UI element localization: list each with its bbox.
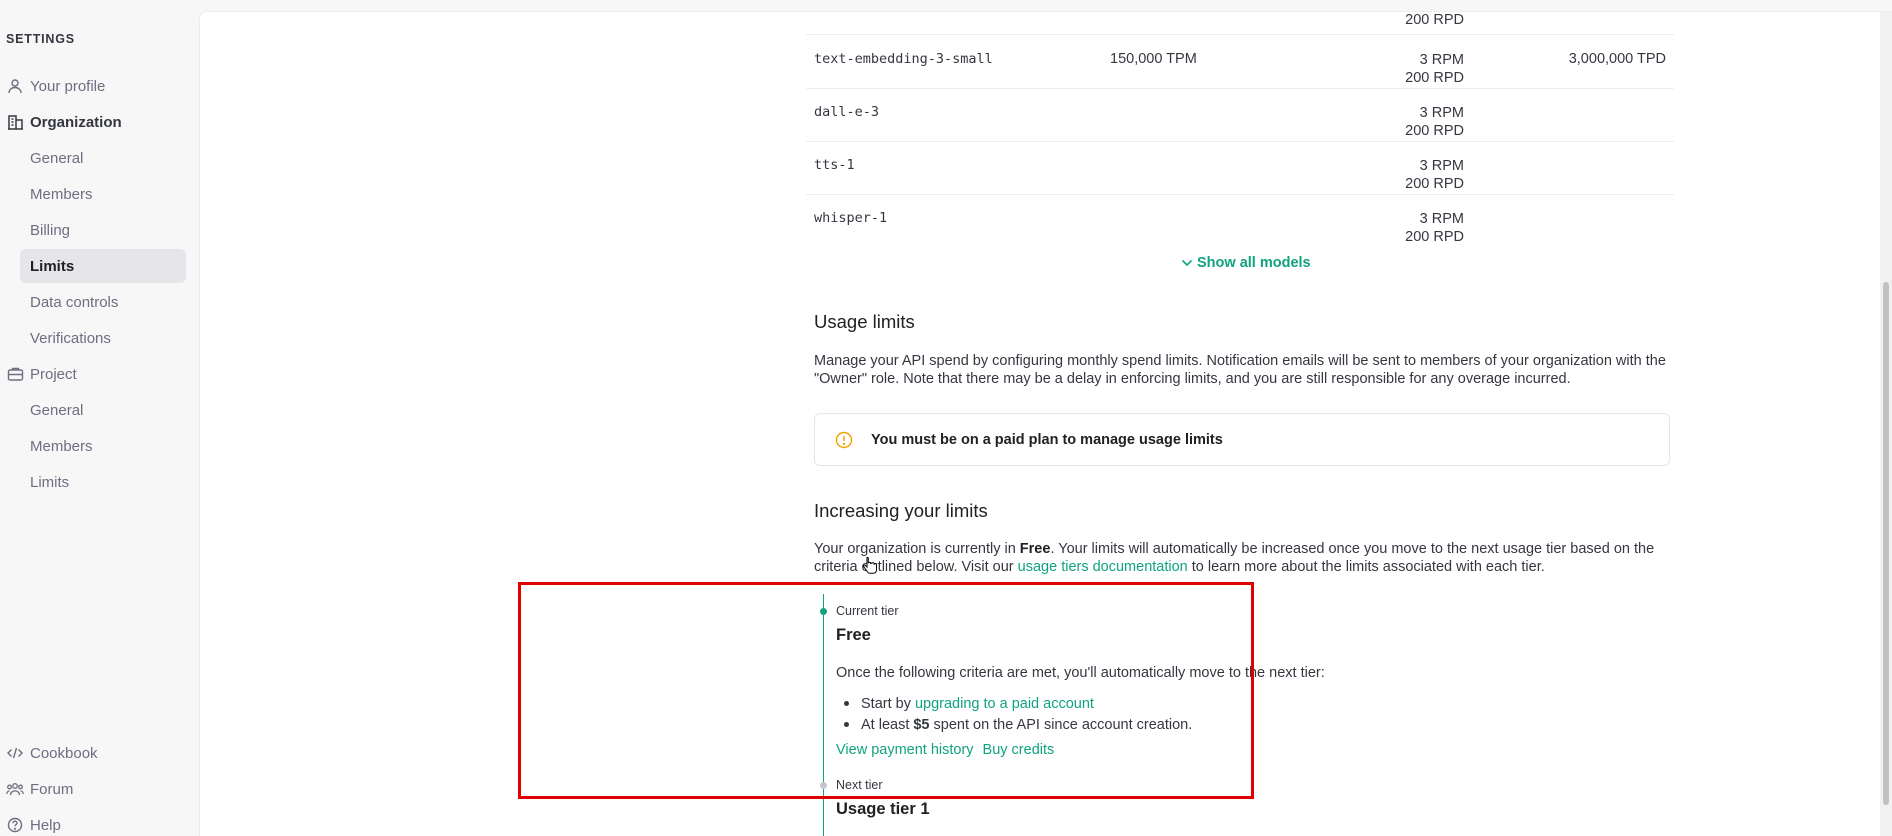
building-icon [0,114,30,130]
bullet-text: Start by [861,695,911,712]
description-text: Your organization is currently in [814,541,1020,557]
usage-tiers-doc-link[interactable]: usage tiers documentation [1018,559,1188,575]
alert-message: You must be on a paid plan to manage usa… [871,431,1223,448]
tier-action-links: View payment history Buy credits [836,742,1054,758]
sidebar-item-org-limits[interactable]: Limits [20,249,186,283]
sidebar-item-help[interactable]: Help [0,808,61,836]
list-item: Start by upgrading to a paid account [836,693,1192,714]
sidebar-item-org-billing[interactable]: Billing [20,213,186,247]
settings-sidebar: SETTINGS Your profile Organization Gener… [0,0,199,836]
spend-amount: $5 [913,716,930,733]
sidebar-item-project[interactable]: Project [0,357,77,391]
info-icon [835,431,853,449]
sidebar-item-label: Your profile [30,77,106,95]
sidebar-item-forum[interactable]: Forum [0,772,73,806]
sidebar-item-label: Limits [30,257,75,275]
tpd-cell: 3,000,000 TPD [1568,51,1666,67]
sidebar-item-label: Members [30,437,93,455]
sidebar-item-label: Billing [30,221,71,239]
sidebar-item-org-members[interactable]: Members [20,177,186,211]
rpm-value: 3 RPM [1419,158,1464,174]
rate-cell: 3 RPM 200 RPD [1405,104,1464,140]
tier-timeline-line [823,594,824,836]
rpm-value: 3 RPM [1419,211,1464,227]
briefcase-icon [0,366,30,382]
scrollbar-thumb[interactable] [1883,282,1889,805]
sidebar-item-project-limits[interactable]: Limits [20,465,186,499]
rpd-value: 200 RPD [1405,229,1464,245]
paid-plan-alert: You must be on a paid plan to manage usa… [814,413,1670,466]
rpd-value: 200 RPD [1405,70,1464,86]
list-item: At least $5 spent on the API since account… [836,714,1192,735]
rate-cell: 3 RPM 200 RPD [1405,51,1464,87]
next-tier-dot [820,782,827,789]
sidebar-item-org-verifications[interactable]: Verifications [20,321,186,355]
sidebar-item-label: Verifications [30,329,111,347]
sidebar-heading: SETTINGS [6,32,75,46]
usage-limits-description: Manage your API spend by configuring mon… [814,353,1666,387]
sidebar-item-project-members[interactable]: Members [20,429,186,463]
current-tier-bold: Free [1019,541,1051,557]
model-name-cell: text-embedding-3-small [814,51,993,67]
table-row: dall-e-3 3 RPM 200 RPD [806,89,1674,142]
sidebar-item-label: Limits [30,473,70,491]
next-tier-label: Next tier [836,778,883,792]
vertical-scrollbar[interactable] [1880,12,1892,836]
hand-cursor-icon [862,556,877,580]
increasing-limits-description: Your organization is currently in Free. … [814,540,1674,576]
tpm-cell: 150,000 TPM [1110,51,1197,67]
current-tier-dot [820,608,827,615]
current-tier-name: Free [836,626,871,644]
tier-criteria-list: Start by upgrading to a paid account At l… [836,693,1192,735]
show-all-label: Show all models [1197,255,1311,271]
rpd-value: 200 RPD [1405,123,1464,139]
sidebar-item-label: Forum [30,780,74,798]
sidebar-item-cookbook[interactable]: Cookbook [0,736,98,770]
help-icon [0,817,30,833]
sidebar-item-label: Data controls [30,293,119,311]
rate-cell: 3 RPM 200 RPD [1405,210,1464,246]
tier-criteria-intro: Once the following criteria are met, you… [836,665,1325,681]
view-payment-history-link[interactable]: View payment history [836,742,974,758]
sidebar-item-org-general[interactable]: General [20,141,186,175]
user-icon [0,78,30,94]
rate-cell: 3 RPM 200 RPD [1405,157,1464,193]
model-name-cell: dall-e-3 [814,104,880,120]
increasing-limits-heading: Increasing your limits [814,500,988,521]
sidebar-item-org-data-controls[interactable]: Data controls [20,285,186,319]
model-name-cell: whisper-1 [814,210,888,226]
upgrade-paid-account-link[interactable]: upgrading to a paid account [915,696,1094,712]
sidebar-item-label: Members [30,185,93,203]
rpd-cell: 200 RPD [1405,12,1464,28]
table-row: text-embedding-3-small 150,000 TPM 3 RPM… [806,36,1674,89]
code-icon [0,746,30,760]
rpd-value: 200 RPD [1405,176,1464,192]
bullet-text: spent on the API since account creation. [933,716,1193,733]
sidebar-item-your-profile[interactable]: Your profile [0,69,105,103]
usage-limits-heading: Usage limits [814,311,915,332]
table-row: whisper-1 3 RPM 200 RPD [806,195,1674,248]
table-row: tts-1 3 RPM 200 RPD [806,142,1674,195]
rpm-value: 3 RPM [1419,105,1464,121]
buy-credits-link[interactable]: Buy credits [983,742,1055,758]
sidebar-item-label: Help [30,816,61,834]
sidebar-item-organization[interactable]: Organization [0,105,122,139]
description-text: to learn more about the limits associate… [1187,559,1545,575]
main-panel: 200 RPD text-embedding-3-small 150,000 T… [199,11,1892,836]
current-tier-label: Current tier [836,604,899,618]
model-name-cell: tts-1 [814,157,855,173]
sidebar-item-label: Cookbook [30,744,98,762]
sidebar-item-label: Organization [30,113,122,131]
rpm-value: 3 RPM [1419,52,1464,68]
bullet-text: At least [861,716,910,733]
sidebar-item-label: General [30,149,84,167]
show-all-models-button[interactable]: Show all models [1181,255,1311,271]
people-icon [0,782,30,796]
sidebar-item-label: General [30,401,84,419]
chevron-down-icon [1181,259,1193,267]
next-tier-name: Usage tier 1 [836,800,930,818]
table-row: 200 RPD [806,0,1674,35]
sidebar-item-project-general[interactable]: General [20,393,186,427]
sidebar-item-label: Project [30,365,77,383]
